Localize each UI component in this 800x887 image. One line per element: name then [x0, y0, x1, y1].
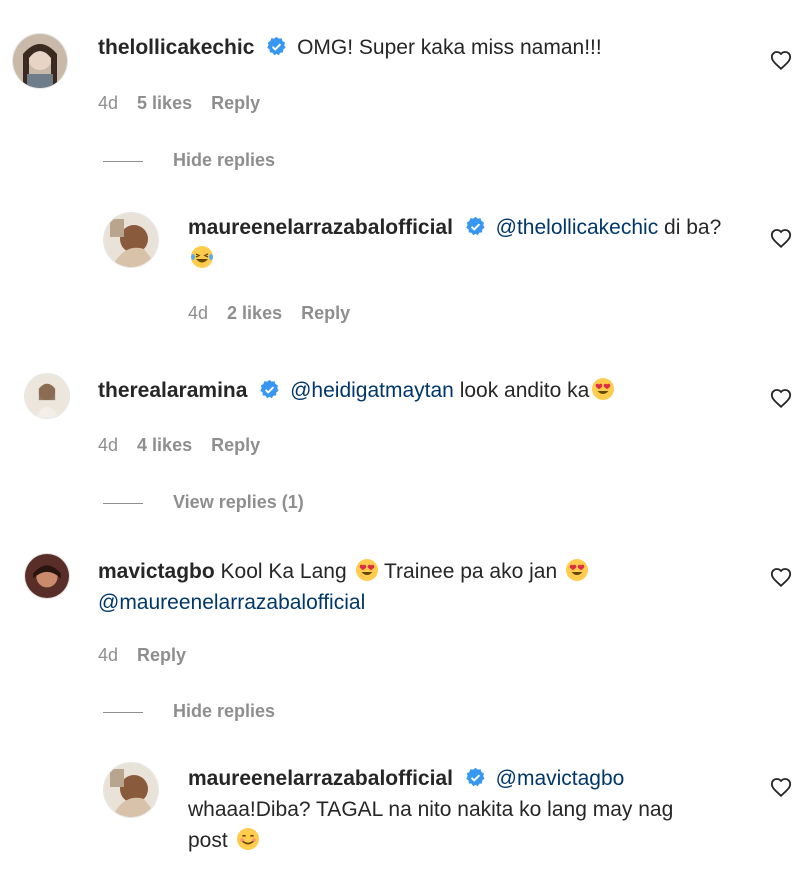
avatar[interactable]: [103, 212, 159, 268]
username[interactable]: thelollicakechic: [98, 36, 254, 59]
like-heart-icon[interactable]: [770, 567, 792, 589]
comment-body: therealaramina @heidigatmaytan look andi…: [98, 375, 615, 406]
replies-divider: [103, 160, 143, 162]
likes-count[interactable]: 4 likes: [137, 435, 192, 455]
comment-text-line3: post: [188, 829, 228, 852]
username[interactable]: maureenelarrazabalofficial: [188, 216, 453, 239]
reply-meta: 4d 2 likes Reply: [188, 303, 364, 324]
likes-count[interactable]: 5 likes: [137, 93, 192, 113]
like-heart-icon[interactable]: [770, 50, 792, 72]
likes-count[interactable]: 2 likes: [227, 303, 282, 323]
smiling-emoji-icon: [236, 828, 259, 850]
replies-divider: [103, 502, 143, 504]
comment-text: di ba?: [664, 216, 722, 239]
view-replies-button[interactable]: View replies (1): [103, 492, 304, 513]
comment-text-part1: Kool Ka Lang: [220, 560, 347, 583]
reply-button[interactable]: Reply: [211, 435, 260, 455]
avatar[interactable]: [103, 762, 159, 818]
laughing-tears-emoji-icon: [191, 246, 213, 268]
comment-text-line2: whaaa!Diba? TAGAL na nito nakita ko lang…: [188, 798, 674, 821]
heart-eyes-emoji-icon: [565, 559, 588, 581]
mention-link[interactable]: @maureenelarrazabalofficial: [98, 591, 365, 614]
heart-eyes-emoji-icon: [355, 559, 378, 581]
mention-link[interactable]: @mavictagbo: [496, 767, 625, 790]
comment-text: OMG! Super kaka miss naman!!!: [297, 36, 602, 59]
like-heart-icon[interactable]: [770, 388, 792, 410]
timestamp: 4d: [98, 435, 119, 455]
reply-button[interactable]: Reply: [211, 93, 260, 113]
comment-text: look andito ka: [459, 379, 590, 402]
comment-text-part2: Trainee pa ako jan: [383, 560, 558, 583]
reply-body: maureenelarrazabalofficial @mavictagbo w…: [188, 763, 748, 856]
like-heart-icon[interactable]: [770, 228, 792, 250]
timestamp: 4d: [188, 303, 209, 323]
mention-link[interactable]: @thelollicakechic: [496, 216, 659, 239]
comment-meta: 4d 4 likes Reply: [98, 435, 274, 456]
verified-badge-icon: [466, 767, 485, 787]
avatar[interactable]: [24, 553, 70, 599]
verified-badge-icon: [260, 379, 279, 399]
avatar[interactable]: [24, 373, 70, 419]
username[interactable]: therealaramina: [98, 379, 247, 402]
verified-badge-icon: [466, 216, 485, 236]
timestamp: 4d: [98, 93, 119, 113]
timestamp: 4d: [98, 645, 119, 665]
comment-body: mavictagbo Kool Ka Lang Trainee pa ako j…: [98, 556, 718, 618]
comment-meta: 4d Reply: [98, 645, 200, 666]
hide-replies-button[interactable]: Hide replies: [103, 150, 275, 171]
reply-button[interactable]: Reply: [301, 303, 350, 323]
reply-button[interactable]: Reply: [137, 645, 186, 665]
avatar[interactable]: [12, 33, 68, 89]
username[interactable]: maureenelarrazabalofficial: [188, 767, 453, 790]
verified-badge-icon: [267, 36, 286, 56]
mention-link[interactable]: @heidigatmaytan: [290, 379, 454, 402]
username[interactable]: mavictagbo: [98, 560, 215, 583]
like-heart-icon[interactable]: [770, 777, 792, 799]
reply-body: maureenelarrazabalofficial @thelollicake…: [188, 212, 748, 274]
heart-eyes-emoji-icon: [592, 378, 615, 400]
replies-divider: [103, 711, 143, 713]
comment-body: thelollicakechic OMG! Super kaka miss na…: [98, 32, 602, 63]
hide-replies-button[interactable]: Hide replies: [103, 701, 275, 722]
comment-meta: 4d 5 likes Reply: [98, 93, 274, 114]
